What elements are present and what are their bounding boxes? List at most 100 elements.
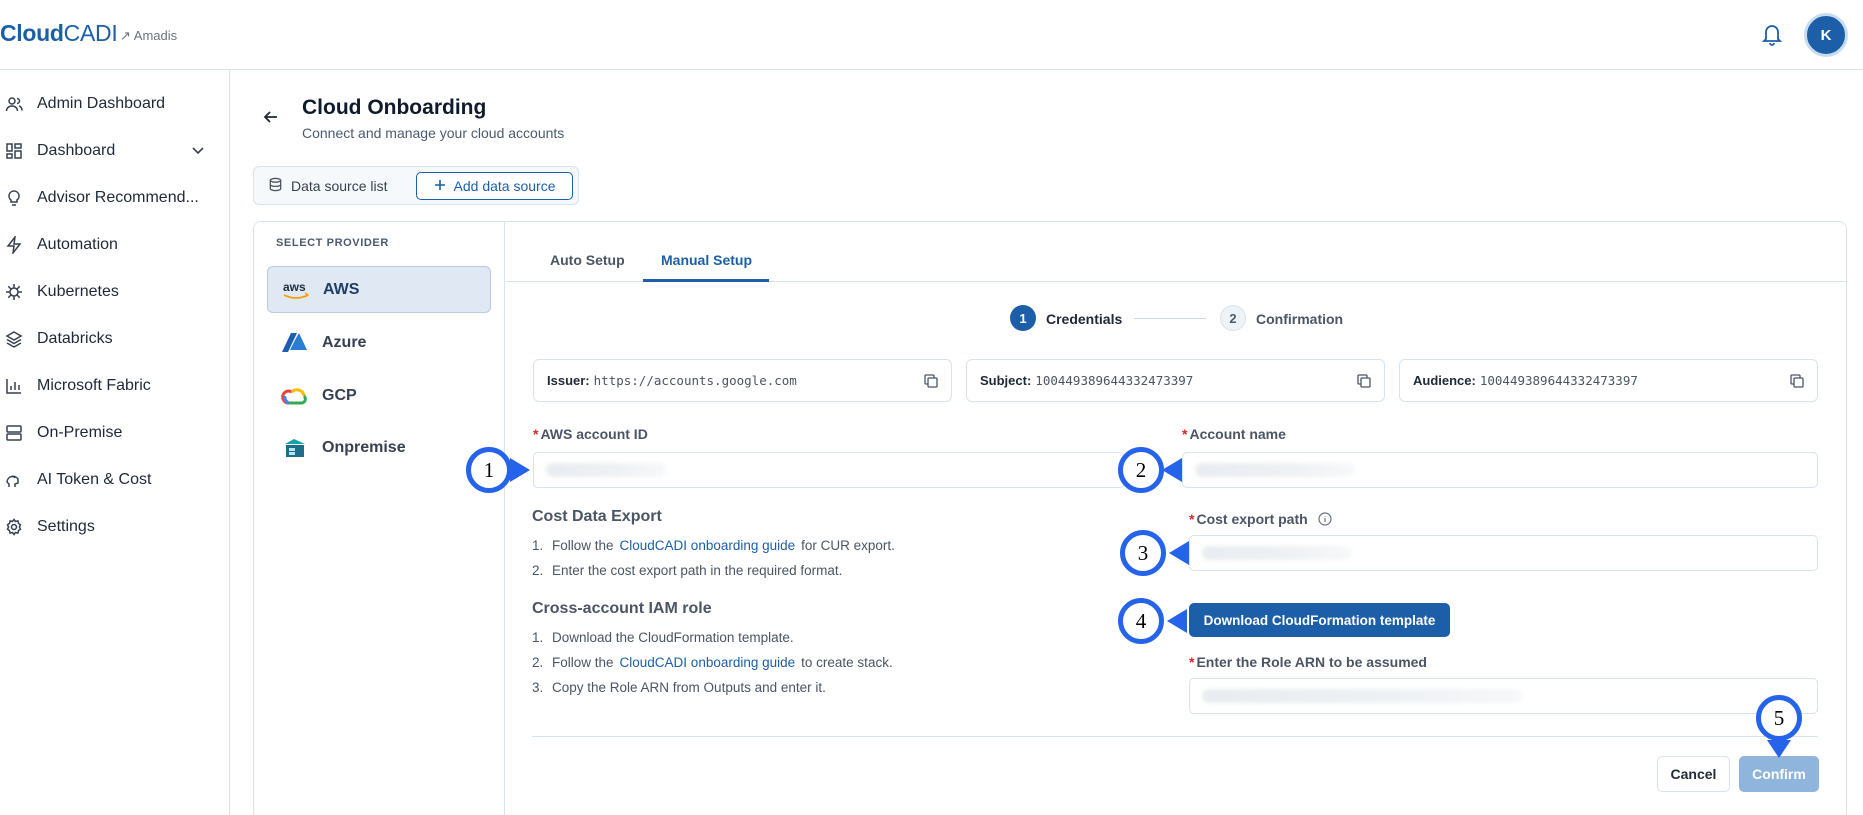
logo-bold-text: Cloud (0, 20, 64, 46)
copy-icon[interactable] (923, 373, 939, 389)
account-name-input[interactable] (1182, 452, 1818, 488)
callout-pointer (510, 458, 530, 482)
sidebar-item-label: Microsoft Fabric (37, 377, 151, 394)
data-source-list-label: Data source list (291, 178, 388, 194)
add-data-source-button[interactable]: Add data source (416, 172, 573, 200)
server-icon (5, 424, 23, 442)
confirm-button[interactable]: Confirm (1739, 756, 1819, 792)
step-text: for CUR export. (801, 538, 895, 553)
step-text: Enter the cost export path in the requir… (552, 563, 843, 578)
account-name-label: * Account name (1182, 426, 1286, 442)
tab-manual-setup[interactable]: Manual Setup (661, 252, 752, 268)
sidebar-item-on-premise[interactable]: On-Premise (0, 417, 215, 449)
sidebar-item-label: Admin Dashboard (37, 95, 166, 112)
copy-icon[interactable] (1789, 373, 1805, 389)
redacted-value (546, 463, 666, 477)
data-source-list-tab[interactable]: Data source list (268, 177, 387, 195)
callout-number: 1 (466, 447, 512, 493)
sidebar-item-advisor[interactable]: Advisor Recommend... (0, 182, 215, 214)
redacted-value (1195, 463, 1355, 477)
provider-onpremise[interactable]: Onpremise (267, 424, 491, 471)
role-arn-label: * Enter the Role ARN to be assumed (1189, 654, 1427, 670)
redacted-value (1202, 546, 1352, 560)
notification-bell-icon[interactable] (1760, 21, 1784, 47)
chevron-down-icon[interactable] (191, 143, 205, 157)
required-asterisk: * (1182, 426, 1188, 442)
required-asterisk: * (1189, 654, 1195, 670)
issuer-box: Issuer: https://accounts.google.com (533, 359, 952, 402)
top-bar: CloudCADI ↗ Amadis K (0, 0, 1863, 70)
page-subtitle: Connect and manage your cloud accounts (302, 125, 565, 141)
add-data-source-label: Add data source (453, 178, 556, 194)
aws-account-id-label: * AWS account ID (533, 426, 648, 442)
onboarding-guide-link[interactable]: CloudCADI onboarding guide (620, 655, 796, 670)
sidebar-item-microsoft-fabric[interactable]: Microsoft Fabric (0, 370, 215, 402)
callout-pointer (1167, 609, 1187, 633)
sidebar-item-automation[interactable]: Automation (0, 229, 215, 261)
bar-chart-icon (5, 377, 23, 395)
sidebar-item-kubernetes[interactable]: Kubernetes (0, 276, 215, 308)
iam-step-2: 2. Follow the CloudCADI onboarding guide to… (532, 655, 893, 670)
download-cloudformation-button[interactable]: Download CloudFormation template (1189, 603, 1450, 637)
iam-step-1: 1. Download the CloudFormation template. (532, 630, 794, 645)
provider-azure[interactable]: Azure (267, 319, 491, 366)
step-2-label: Confirmation (1256, 311, 1344, 327)
issuer-value: https://accounts.google.com (593, 373, 797, 388)
stepper-connector (1134, 318, 1206, 319)
callout-pointer (1767, 740, 1791, 758)
provider-aws[interactable]: aws AWS (267, 266, 491, 313)
subject-key: Subject: (980, 373, 1032, 388)
cost-export-path-input[interactable] (1189, 535, 1818, 571)
back-arrow-icon[interactable] (262, 108, 280, 126)
callout-number: 5 (1756, 695, 1802, 741)
sidebar-item-admin-dashboard[interactable]: Admin Dashboard (0, 88, 215, 120)
step-number: 1. (532, 538, 544, 553)
redacted-value (1202, 689, 1522, 703)
provider-label: AWS (323, 280, 360, 298)
callout-number: 4 (1118, 598, 1164, 644)
cross-account-iam-heading: Cross-account IAM role (532, 600, 712, 617)
svg-text:aws: aws (283, 280, 306, 294)
aws-account-id-input[interactable] (533, 452, 1125, 488)
brain-icon (5, 471, 23, 489)
gear-icon (5, 518, 23, 536)
copy-icon[interactable] (1356, 373, 1372, 389)
sidebar-item-label: On-Premise (37, 424, 123, 441)
callout-pointer (1169, 541, 1189, 565)
plus-icon (434, 178, 446, 194)
users-icon (5, 95, 23, 113)
provider-label: GCP (322, 386, 357, 404)
tab-auto-setup[interactable]: Auto Setup (550, 252, 625, 268)
org-name[interactable]: ↗ Amadis (120, 28, 177, 44)
step-1-label: Credentials (1046, 311, 1123, 327)
sidebar-item-label: AI Token & Cost (37, 471, 152, 488)
logo-light-text: CADI (63, 20, 118, 46)
cost-step-1: 1. Follow the CloudCADI onboarding guide fo… (532, 538, 895, 553)
label-text: Cost export path (1196, 511, 1308, 527)
sidebar-item-dashboard[interactable]: Dashboard (0, 135, 215, 167)
role-arn-input[interactable] (1189, 678, 1818, 714)
provider-label: Azure (322, 333, 367, 351)
app-logo[interactable]: CloudCADI (0, 20, 118, 47)
bolt-icon (5, 236, 23, 254)
audience-value: 100449389644332473397 (1479, 373, 1638, 388)
sidebar-item-databricks[interactable]: Databricks (0, 323, 215, 355)
data-source-segment: Data source list Add data source (253, 166, 579, 205)
sidebar-item-settings[interactable]: Settings (0, 511, 215, 543)
onboarding-guide-link[interactable]: CloudCADI onboarding guide (620, 538, 796, 553)
user-avatar[interactable]: K (1804, 13, 1848, 57)
step-text: Copy the Role ARN from Outputs and enter… (552, 680, 826, 695)
provider-gcp[interactable]: GCP (267, 372, 491, 419)
sidebar-item-label: Dashboard (37, 142, 116, 159)
sidebar-item-ai-token-cost[interactable]: AI Token & Cost (0, 464, 215, 496)
azure-logo-icon (280, 331, 310, 355)
select-provider-heading: SELECT PROVIDER (276, 237, 389, 249)
sidebar-item-label: Automation (37, 236, 118, 253)
cancel-button[interactable]: Cancel (1657, 756, 1730, 792)
info-icon[interactable] (1317, 512, 1332, 529)
active-tab-indicator (643, 279, 769, 282)
onpremise-logo-icon (280, 436, 310, 460)
step-text: to create stack. (801, 655, 893, 670)
label-text: AWS account ID (540, 426, 648, 442)
cost-export-path-label: * Cost export path (1189, 511, 1332, 529)
